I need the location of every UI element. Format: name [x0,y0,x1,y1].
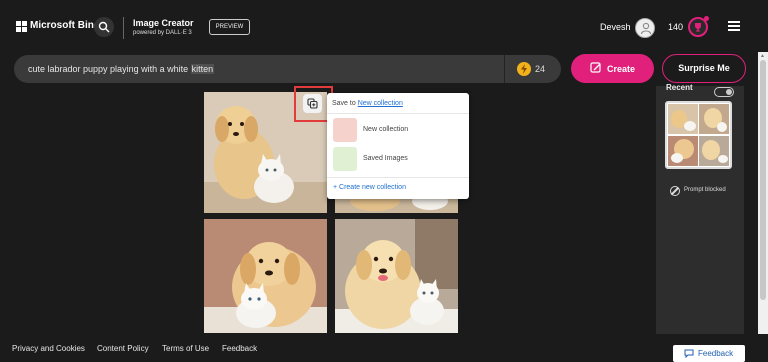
feedback-button[interactable]: Feedback [673,345,745,362]
boost-icon[interactable] [517,62,531,76]
header: Microsoft Bing Image Creator powered by … [0,0,768,52]
recent-toggle[interactable] [714,87,734,97]
feedback-icon [684,349,694,358]
feedback-link[interactable]: Feedback [222,344,257,353]
terms-link[interactable]: Terms of Use [162,344,209,353]
rewards-button[interactable] [688,16,709,37]
collection-item[interactable]: New collection [333,118,465,142]
reward-points[interactable]: 140 [668,22,683,32]
collection-name: New collection [363,126,409,133]
save-to-header: Save to New collection [332,100,403,107]
recent-panel: Recent Prompt blocked [656,83,744,334]
content-policy-link[interactable]: Content Policy [97,344,149,353]
puppy-kitten-image [204,219,327,333]
feedback-label: Feedback [698,349,734,358]
prompt-separator [504,55,505,83]
footer: Privacy and Cookies Content Policy Terms… [0,334,768,362]
collection-swatch [333,147,357,171]
collection-name: Saved Images [363,155,408,162]
scrollbar[interactable]: ▲ [758,52,768,334]
popup-divider [327,177,469,178]
collection-item[interactable]: Saved Images [333,147,465,171]
user-name[interactable]: Devesh [600,22,631,32]
save-to-collection-popup: Save to New collection New collection Sa… [327,93,469,199]
app-subtitle: powered by DALL·E 3 [133,30,192,36]
save-to-link[interactable]: New collection [358,100,403,107]
search-icon [98,21,110,33]
prompt-text[interactable]: cute labrador puppy playing with a white… [28,64,215,74]
scroll-up-icon[interactable]: ▲ [760,53,765,59]
prompt-text-main: cute labrador puppy playing with a white [28,64,191,74]
brand-name[interactable]: Microsoft Bing [30,20,100,31]
menu-icon[interactable] [728,21,740,32]
recent-thumbnail[interactable] [665,101,732,169]
create-button[interactable]: Create [571,54,654,83]
avatar[interactable] [635,18,655,38]
popup-divider [327,113,469,114]
blocked-icon [670,186,680,196]
header-divider [123,17,124,39]
generated-image-3[interactable] [204,219,327,333]
thumbnail-grid-image [667,103,730,167]
privacy-link[interactable]: Privacy and Cookies [12,344,85,353]
create-new-collection-link[interactable]: + Create new collection [333,184,406,191]
create-icon [590,62,601,73]
boost-count: 24 [535,64,546,74]
surprise-me-button[interactable]: Surprise Me [662,54,746,83]
microsoft-logo-icon[interactable] [16,21,27,32]
generated-image-4[interactable] [335,219,458,333]
prompt-input[interactable]: cute labrador puppy playing with a white… [14,55,561,83]
bolt-icon [521,64,527,74]
prompt-blocked-label[interactable]: Prompt blocked [684,187,726,193]
search-button[interactable] [94,17,114,37]
user-icon [640,22,652,35]
trophy-icon [695,23,701,32]
scrollbar-thumb[interactable] [760,60,766,300]
recent-title: Recent [666,83,693,92]
puppy-kitten-image [335,219,458,333]
save-to-label: Save to [332,100,356,107]
collection-swatch [333,118,357,142]
create-label: Create [607,64,636,74]
app-title[interactable]: Image Creator [133,18,194,28]
preview-badge: PREVIEW [209,19,250,35]
prompt-text-selected: kitten [190,64,215,74]
